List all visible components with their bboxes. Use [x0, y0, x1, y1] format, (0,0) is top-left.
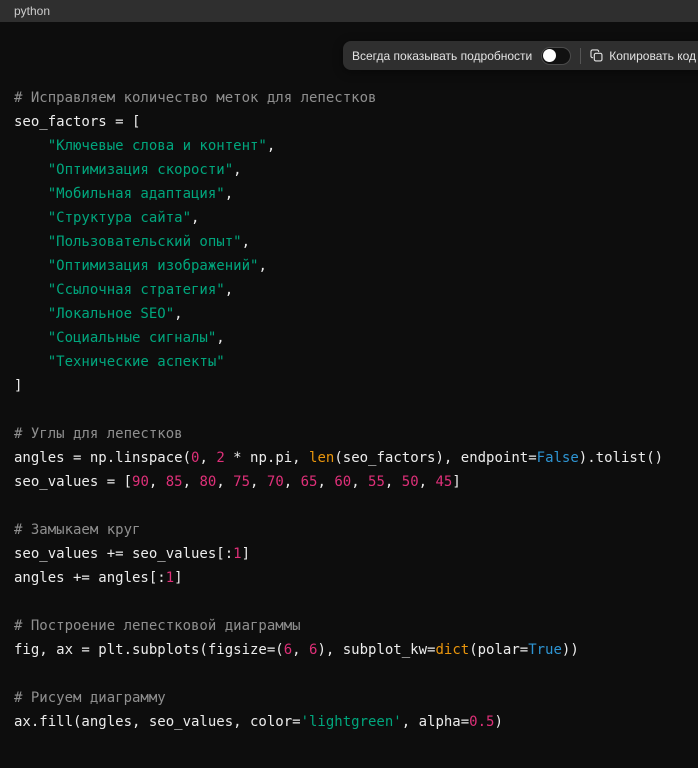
code-line: # Рисуем диаграмму	[14, 686, 684, 710]
code-line: seo_values += seo_values[:1]	[14, 542, 684, 566]
code-line: "Ключевые слова и контент",	[14, 134, 684, 158]
code-line: "Оптимизация изображений",	[14, 254, 684, 278]
code-line: "Мобильная адаптация",	[14, 182, 684, 206]
copy-code-label: Копировать код	[609, 49, 696, 63]
toggle-knob	[543, 49, 556, 62]
code-line	[14, 494, 684, 518]
code-language-bar: python	[0, 0, 698, 22]
code-language-label: python	[14, 4, 50, 18]
code-line	[14, 662, 684, 686]
code-line: "Социальные сигналы",	[14, 326, 684, 350]
code-line: # Исправляем количество меток для лепест…	[14, 86, 684, 110]
code-line: angles = np.linspace(0, 2 * np.pi, len(s…	[14, 446, 684, 470]
code-line: "Локальное SEO",	[14, 302, 684, 326]
code-line: "Ссылочная стратегия",	[14, 278, 684, 302]
always-show-details-toggle[interactable]	[541, 47, 571, 65]
code-line	[14, 590, 684, 614]
copy-icon	[590, 49, 603, 62]
code-lines: # Исправляем количество меток для лепест…	[14, 86, 684, 734]
code-line: # Замыкаем круг	[14, 518, 684, 542]
code-line: "Оптимизация скорости",	[14, 158, 684, 182]
floating-toolbar: Всегда показывать подробности Копировать…	[343, 41, 698, 70]
code-line: ax.fill(angles, seo_values, color='light…	[14, 710, 684, 734]
code-line: # Построение лепестковой диаграммы	[14, 614, 684, 638]
always-show-details-label: Всегда показывать подробности	[352, 49, 532, 63]
code-line: angles += angles[:1]	[14, 566, 684, 590]
code-line: seo_values = [90, 85, 80, 75, 70, 65, 60…	[14, 470, 684, 494]
toolbar-divider	[580, 48, 581, 64]
code-line: # Углы для лепестков	[14, 422, 684, 446]
code-line: fig, ax = plt.subplots(figsize=(6, 6), s…	[14, 638, 684, 662]
code-line: seo_factors = [	[14, 110, 684, 134]
code-line: "Структура сайта",	[14, 206, 684, 230]
code-line: "Пользовательский опыт",	[14, 230, 684, 254]
code-line	[14, 398, 684, 422]
copy-code-button[interactable]: Копировать код	[590, 49, 696, 63]
code-block: # Исправляем количество меток для лепест…	[0, 22, 698, 768]
code-line: ]	[14, 374, 684, 398]
code-line: "Технические аспекты"	[14, 350, 684, 374]
